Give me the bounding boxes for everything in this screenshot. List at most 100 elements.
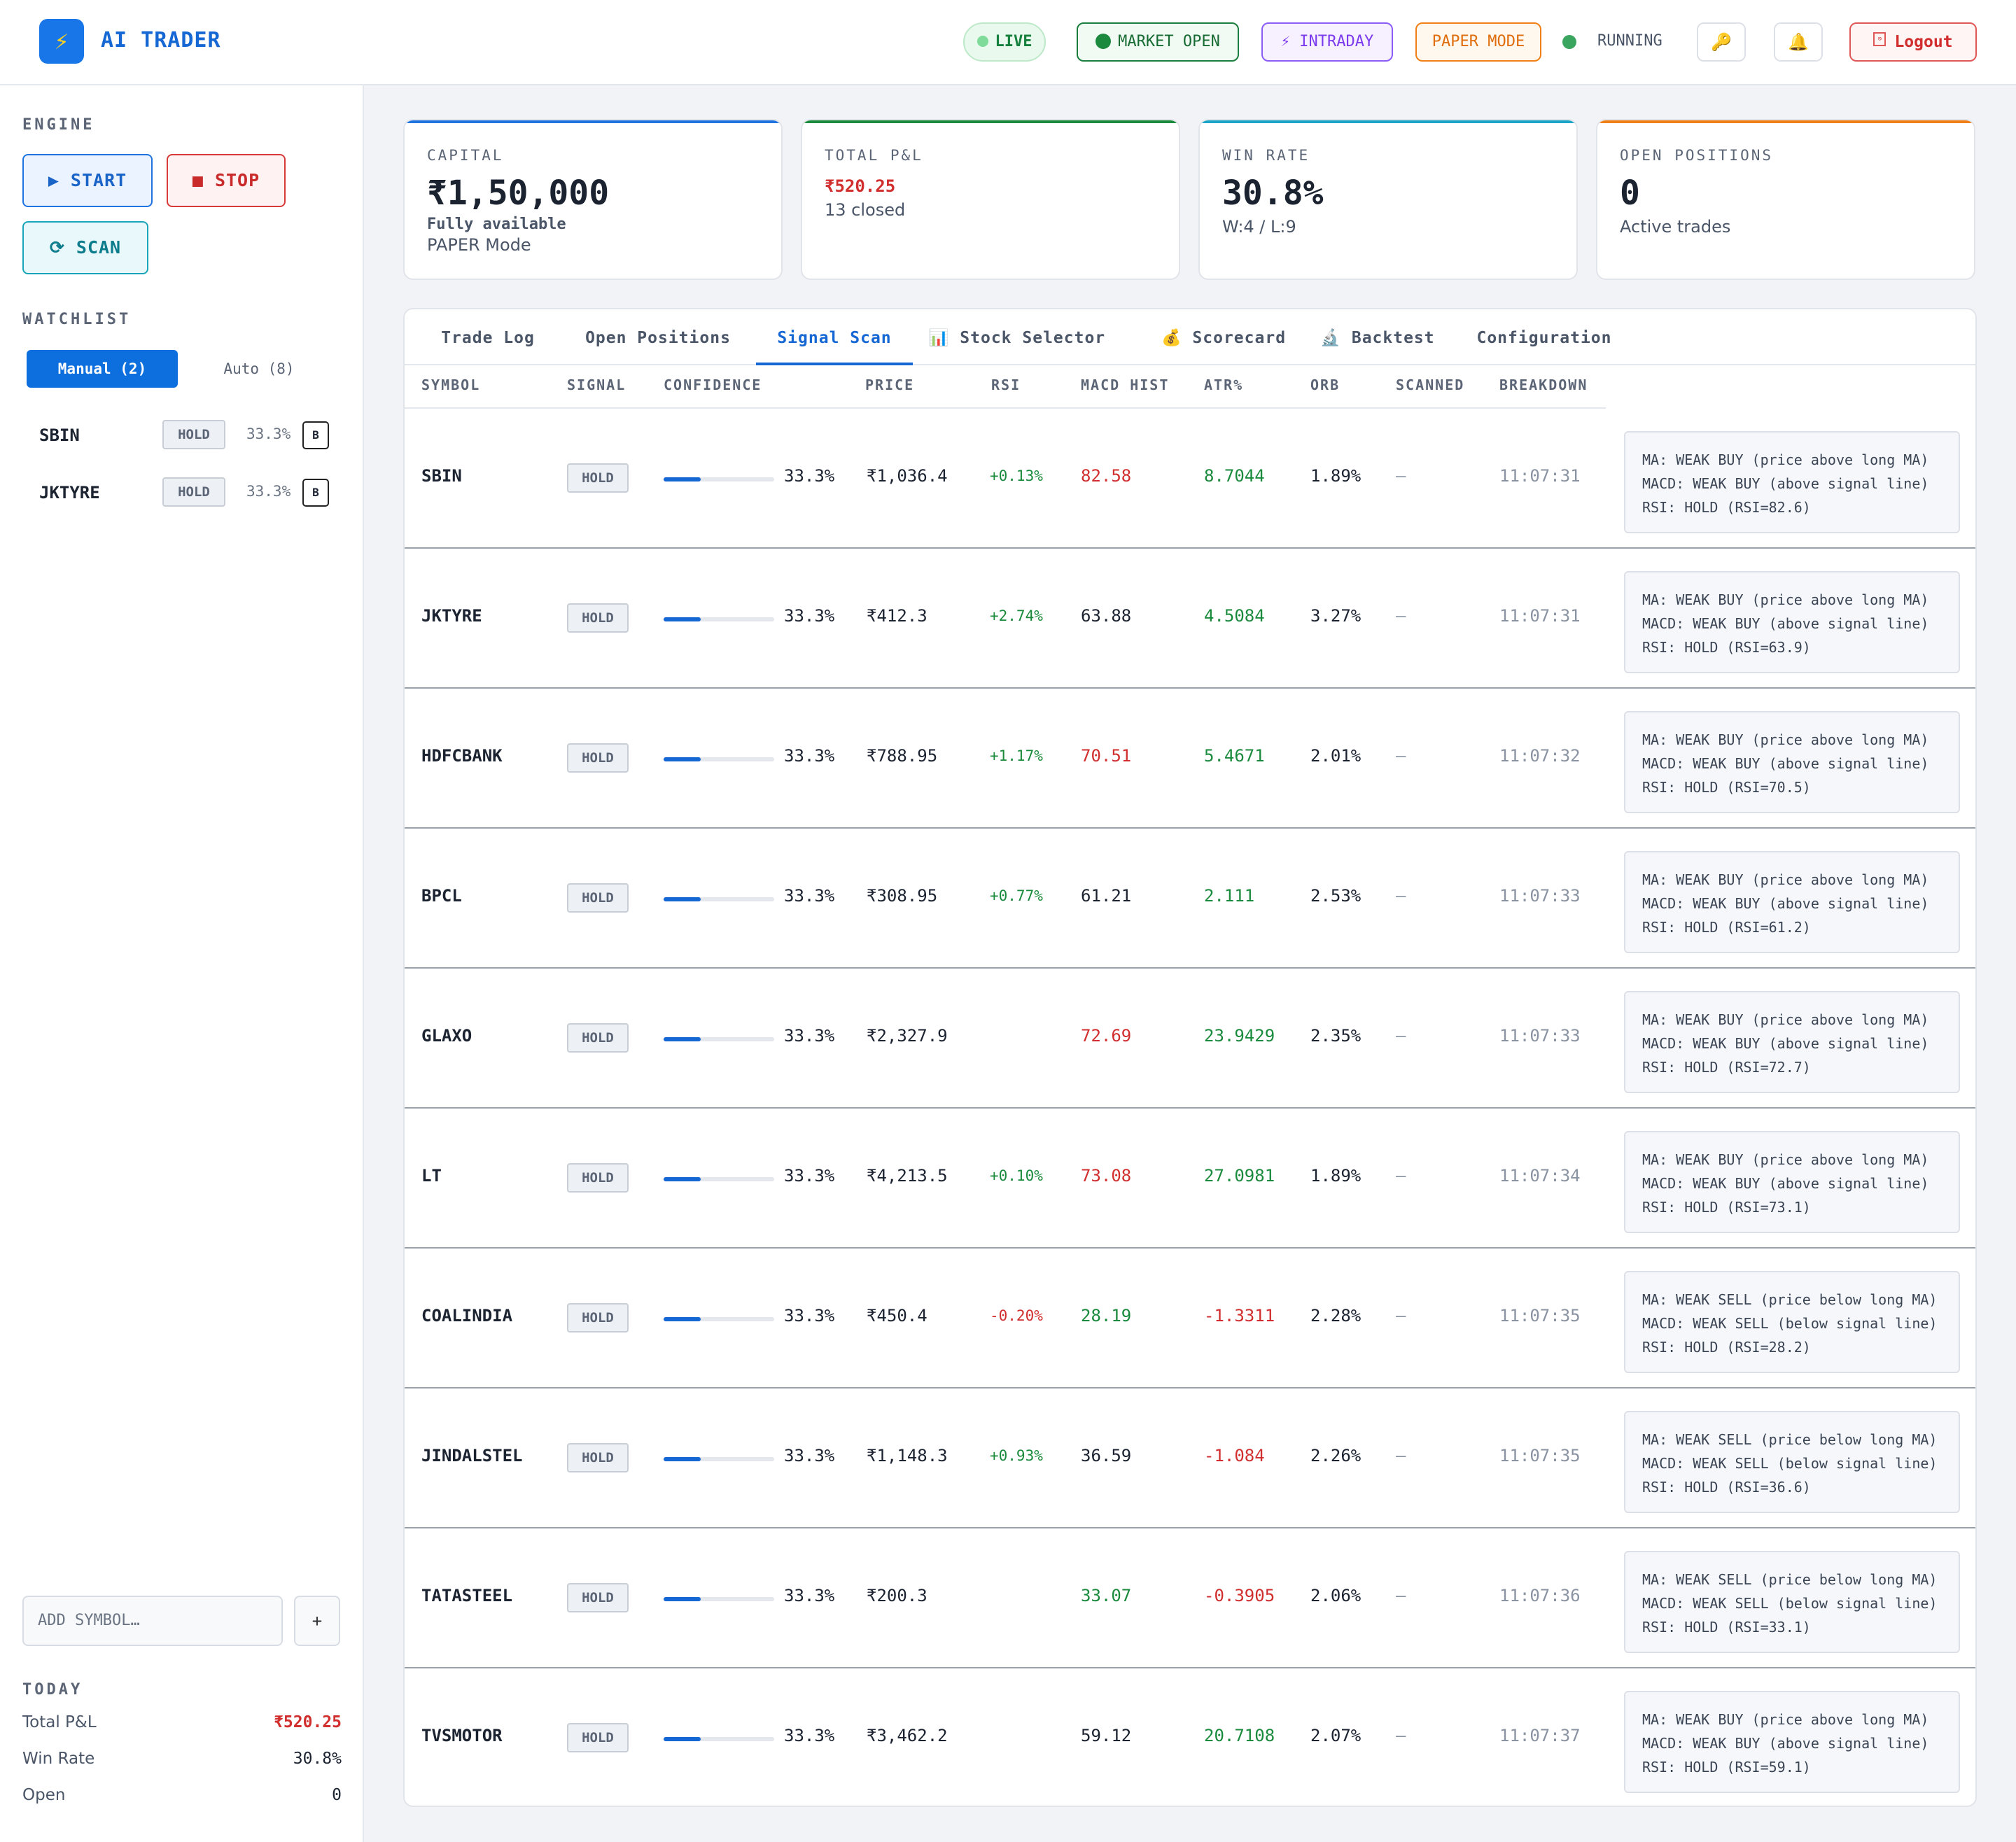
row-scanned-time: 11:07:32 [1499, 746, 1581, 766]
column-header-orb[interactable]: ORB [1310, 377, 1340, 393]
row-signal-badge: HOLD [567, 1723, 629, 1752]
breakdown-line: RSI: HOLD (RSI=82.6) [1642, 499, 1811, 516]
add-symbol-button[interactable]: + [294, 1596, 340, 1646]
add-symbol-input[interactable]: ADD SYMBOL… [22, 1596, 283, 1646]
tab-trade-log[interactable]: Trade Log [428, 309, 547, 365]
card-value: 30.8% [1222, 174, 1324, 213]
confidence-bar-fill [664, 617, 701, 621]
row-atr: 2.53% [1310, 886, 1362, 906]
watchlist-item[interactable]: SBIN HOLD 33.3% B [22, 414, 342, 456]
table-row[interactable]: LT HOLD 33.3% ₹4,213.5 +0.10% 73.08 27.0981 1.8… [405, 1109, 1975, 1249]
tab-scorecard[interactable]: 💰 Scorecard [1151, 309, 1296, 365]
breakdown-line: MA: WEAK BUY (price above long MA) [1642, 731, 1929, 748]
column-header-price[interactable]: PRICE [865, 377, 914, 393]
column-header-rsi[interactable]: RSI [991, 377, 1021, 393]
tab-backtest[interactable]: 🔬 Backtest [1315, 309, 1441, 365]
row-price: ₹2,327.9 [867, 1026, 948, 1046]
row-scanned-time: 11:07:31 [1499, 466, 1581, 486]
column-header-breakdown[interactable]: BREAKDOWN [1499, 377, 1588, 393]
intraday-mode-button[interactable]: ⚡ INTRADAY [1261, 22, 1393, 62]
live-dot-icon [976, 35, 988, 47]
breakdown-line: MACD: WEAK BUY (above signal line) [1642, 615, 1929, 632]
today-value: ₹520.25 [274, 1713, 342, 1731]
row-breakdown: MA: WEAK BUY (price above long MA) MACD: … [1624, 431, 1960, 533]
watchlist-confidence: 33.3% [246, 426, 291, 442]
card-sub-secondary: 13 closed [825, 200, 906, 220]
watchlist-symbol: JKTYRE [39, 483, 100, 502]
row-atr: 2.26% [1310, 1446, 1362, 1465]
row-confidence: 33.3% [784, 1166, 835, 1186]
breakdown-line: MA: WEAK BUY (price above long MA) [1642, 1011, 1929, 1028]
breakdown-line: MACD: WEAK BUY (above signal line) [1642, 895, 1929, 912]
paper-mode-button[interactable]: PAPER MODE [1415, 22, 1541, 62]
watchlist-tab-manual[interactable]: Manual (2) [27, 350, 178, 388]
watchlist-confidence: 33.3% [246, 483, 291, 500]
row-macd-hist: -1.084 [1204, 1446, 1265, 1465]
table-row[interactable]: JKTYRE HOLD 33.3% ₹412.3 +2.74% 63.88 4.5084 3.… [405, 549, 1975, 689]
row-signal-badge: HOLD [567, 1443, 629, 1472]
card-sub-text: PAPER Mode [427, 235, 531, 255]
today-value: 30.8% [293, 1750, 342, 1768]
row-orb: – [1396, 1166, 1406, 1186]
watchlist-symbol: SBIN [39, 426, 80, 445]
row-price: ₹1,148.3 [867, 1446, 948, 1465]
row-rsi: 73.08 [1081, 1166, 1132, 1186]
column-header-symbol[interactable]: SYMBOL [421, 377, 480, 393]
watchlist-broker-badge[interactable]: B [302, 479, 329, 507]
confidence-bar [664, 1597, 774, 1601]
card-label: WIN RATE [1222, 147, 1310, 164]
logout-button[interactable]: ⎋ Logout [1849, 22, 1977, 62]
column-header-macd-hist[interactable]: MACD HIST [1081, 377, 1169, 393]
tab-configuration[interactable]: Configuration [1470, 309, 1618, 365]
row-price-change: +1.17% [990, 747, 1043, 764]
row-atr: 2.28% [1310, 1306, 1362, 1326]
row-price: ₹308.95 [867, 886, 938, 906]
card-accent [405, 120, 781, 123]
row-confidence: 33.3% [784, 1586, 835, 1605]
column-header-scanned[interactable]: SCANNED [1396, 377, 1464, 393]
breakdown-line: RSI: HOLD (RSI=61.2) [1642, 919, 1811, 936]
tab-open-positions[interactable]: Open Positions [564, 309, 752, 365]
row-signal-badge: HOLD [567, 1023, 629, 1053]
breakdown-line: MACD: WEAK BUY (above signal line) [1642, 1175, 1929, 1192]
column-header-signal[interactable]: SIGNAL [567, 377, 626, 393]
row-scanned-time: 11:07:33 [1499, 886, 1581, 906]
confidence-bar [664, 897, 774, 901]
table-row[interactable]: TVSMOTOR HOLD 33.3% ₹3,462.2 59.12 20.7108 2.0… [405, 1668, 1975, 1806]
column-header-confidence[interactable]: CONFIDENCE [664, 377, 762, 393]
watchlist-tab-auto[interactable]: Auto (8) [192, 350, 326, 388]
breakdown-line: MACD: WEAK BUY (above signal line) [1642, 1735, 1929, 1752]
table-row[interactable]: TATASTEEL HOLD 33.3% ₹200.3 33.07 -0.3905 2.06… [405, 1528, 1975, 1668]
watchlist-signal-badge: HOLD [162, 420, 225, 449]
stop-button[interactable]: ■ STOP [167, 154, 286, 207]
row-scanned-time: 11:07:37 [1499, 1726, 1581, 1745]
api-key-button[interactable]: 🔑 [1697, 22, 1746, 62]
table-row[interactable]: HDFCBANK HOLD 33.3% ₹788.95 +1.17% 70.51 5.467… [405, 689, 1975, 829]
row-symbol: HDFCBANK [421, 746, 503, 766]
notifications-button[interactable]: 🔔 [1774, 22, 1823, 62]
row-macd-hist: 8.7044 [1204, 466, 1265, 486]
card-label: OPEN POSITIONS [1620, 147, 1774, 164]
table-row[interactable]: JINDALSTEL HOLD 33.3% ₹1,148.3 +0.93% 36.59 -1… [405, 1388, 1975, 1528]
watchlist-item[interactable]: JKTYRE HOLD 33.3% B [22, 472, 342, 514]
row-price-change: +0.77% [990, 887, 1043, 904]
start-button[interactable]: ▶ START [22, 154, 153, 207]
column-header-atr[interactable]: ATR% [1204, 377, 1243, 393]
row-atr: 1.89% [1310, 1166, 1362, 1186]
row-confidence: 33.3% [784, 466, 835, 486]
row-confidence: 33.3% [784, 1726, 835, 1745]
key-icon: 🔑 [1711, 32, 1732, 52]
row-scanned-time: 11:07:36 [1499, 1586, 1581, 1605]
watchlist-broker-badge[interactable]: B [302, 421, 329, 449]
tab-stock-selector[interactable]: 📊 Stock Selector [923, 309, 1112, 365]
table-row[interactable]: GLAXO HOLD 33.3% ₹2,327.9 72.69 23.9429 2.35% –… [405, 969, 1975, 1109]
table-row[interactable]: COALINDIA HOLD 33.3% ₹450.4 -0.20% 28.19 -1.33… [405, 1249, 1975, 1388]
confidence-bar-fill [664, 1737, 701, 1741]
scan-button[interactable]: ⟳ SCAN [22, 221, 148, 274]
tab-signal-scan[interactable]: Signal Scan [756, 309, 913, 365]
table-row[interactable]: BPCL HOLD 33.3% ₹308.95 +0.77% 61.21 2.111 2.53… [405, 829, 1975, 969]
row-price: ₹3,462.2 [867, 1726, 948, 1745]
row-scanned-time: 11:07:31 [1499, 606, 1581, 626]
table-row[interactable]: SBIN HOLD 33.3% ₹1,036.4 +0.13% 82.58 8.7044 1.… [405, 409, 1975, 549]
confidence-bar [664, 1037, 774, 1041]
